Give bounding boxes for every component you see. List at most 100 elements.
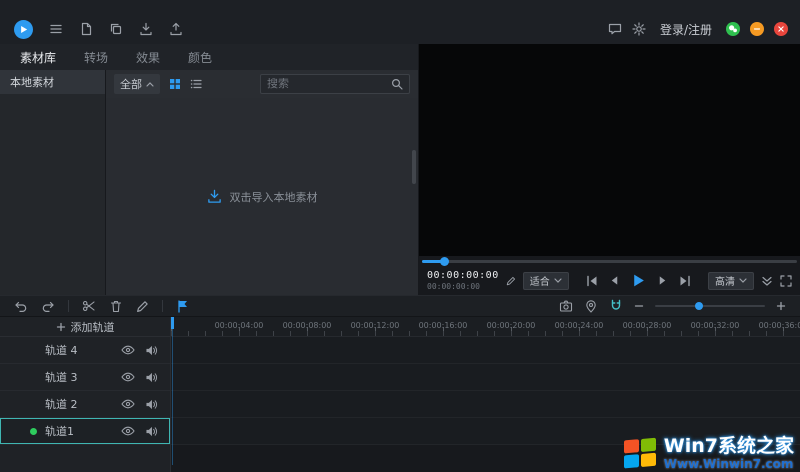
- skip-start-icon[interactable]: [586, 275, 598, 287]
- project-copy-icon[interactable]: [109, 22, 123, 36]
- plus-icon: [56, 322, 66, 332]
- timeline-toolbar: [0, 295, 800, 317]
- timeline-ruler[interactable]: 00:00:04:00 00:00:08:00 00:00:12:00 00:0…: [171, 317, 800, 337]
- ruler-label: 00:00:16:00: [419, 321, 468, 330]
- filter-dropdown[interactable]: 全部: [114, 74, 160, 94]
- edit-timecode-icon[interactable]: [506, 276, 516, 286]
- track-row[interactable]: 轨道 2: [0, 391, 170, 418]
- grid-view-icon[interactable]: [169, 78, 181, 90]
- quality-dropdown[interactable]: 高清: [708, 272, 754, 290]
- tab-transitions[interactable]: 转场: [84, 49, 108, 66]
- category-local-media[interactable]: 本地素材: [0, 70, 105, 94]
- export-icon[interactable]: [169, 22, 183, 36]
- step-back-icon[interactable]: [609, 275, 620, 286]
- seek-track[interactable]: [422, 260, 797, 263]
- track-row-selected[interactable]: 轨道1: [0, 418, 170, 445]
- preview-seekbar[interactable]: [419, 256, 800, 266]
- library-tabs: 素材库 转场 效果 颜色: [0, 44, 418, 70]
- ruler-label: 00:00:24:00: [555, 321, 604, 330]
- track-name: 轨道 3: [45, 369, 78, 385]
- collapse-icon[interactable]: [761, 275, 773, 287]
- eye-icon[interactable]: [121, 371, 135, 383]
- track-name: 轨道1: [45, 423, 74, 439]
- speaker-icon[interactable]: [145, 344, 158, 356]
- play-icon[interactable]: [631, 273, 646, 288]
- menu-icon[interactable]: [49, 22, 63, 36]
- search-icon[interactable]: [391, 78, 403, 90]
- eye-icon[interactable]: [121, 398, 135, 410]
- timecode-total: 00:00:00:00: [427, 282, 499, 291]
- tab-colors[interactable]: 颜色: [188, 49, 212, 66]
- fullscreen-icon[interactable]: [780, 275, 792, 287]
- add-track-button[interactable]: 添加轨道: [0, 317, 170, 337]
- login-register-link[interactable]: 登录/注册: [660, 21, 712, 38]
- zoom-out-icon[interactable]: [634, 301, 644, 311]
- chevron-down-icon: [554, 278, 562, 283]
- step-forward-icon[interactable]: [657, 275, 668, 286]
- timeline-lane[interactable]: [171, 337, 800, 364]
- media-toolbar: 全部: [106, 70, 418, 98]
- track-header-divider: [170, 317, 171, 472]
- media-scrollbar[interactable]: [412, 150, 416, 184]
- settings-gear-icon[interactable]: [632, 22, 646, 36]
- eye-icon[interactable]: [121, 344, 135, 356]
- filter-dropdown-label: 全部: [120, 76, 142, 92]
- delete-icon[interactable]: [109, 299, 123, 313]
- track-row[interactable]: 轨道 3: [0, 364, 170, 391]
- seek-handle[interactable]: [440, 257, 449, 266]
- redo-icon[interactable]: [41, 299, 55, 313]
- wechat-icon[interactable]: [726, 22, 740, 36]
- track-name: 轨道 2: [45, 396, 78, 412]
- titlebar-file-actions: [79, 22, 183, 36]
- edit-icon[interactable]: [136, 300, 149, 313]
- chevron-up-icon: [146, 82, 154, 87]
- zoom-slider-handle[interactable]: [695, 302, 703, 310]
- minimize-button[interactable]: [750, 22, 764, 36]
- import-icon[interactable]: [139, 22, 153, 36]
- zoom-slider[interactable]: [655, 305, 765, 307]
- toolbar-divider: [68, 300, 69, 312]
- download-icon: [207, 189, 222, 204]
- transport-controls: [586, 273, 691, 288]
- speaker-icon[interactable]: [145, 425, 158, 437]
- track-name: 轨道 4: [45, 342, 78, 358]
- timecode-current: 00:00:00:00: [427, 270, 499, 282]
- timeline-lane[interactable]: [171, 418, 800, 445]
- timecode-display[interactable]: 00:00:00:00 00:00:00:00: [427, 270, 499, 291]
- tab-effects[interactable]: 效果: [136, 49, 160, 66]
- new-project-icon[interactable]: [79, 22, 93, 36]
- marker-icon[interactable]: [176, 299, 190, 313]
- undo-icon[interactable]: [14, 299, 28, 313]
- cut-icon[interactable]: [82, 299, 96, 313]
- playback-controls: 00:00:00:00 00:00:00:00 适合: [419, 266, 800, 295]
- track-active-dot: [30, 428, 37, 435]
- search-input[interactable]: [267, 78, 387, 90]
- track-row-icons: [121, 371, 158, 383]
- dropzone-hint-text: 双击导入本地素材: [230, 189, 318, 205]
- fit-zoom-dropdown[interactable]: 适合: [523, 272, 569, 290]
- speaker-icon[interactable]: [145, 398, 158, 410]
- eye-icon[interactable]: [121, 425, 135, 437]
- close-button[interactable]: [774, 22, 788, 36]
- ruler-label: 00:00:20:00: [487, 321, 536, 330]
- pin-icon[interactable]: [584, 299, 598, 313]
- speaker-icon[interactable]: [145, 371, 158, 383]
- add-track-label: 添加轨道: [71, 319, 115, 335]
- feedback-icon[interactable]: [608, 22, 622, 36]
- track-row[interactable]: 轨道 4: [0, 337, 170, 364]
- zoom-in-icon[interactable]: [776, 301, 786, 311]
- tab-material-library[interactable]: 素材库: [20, 49, 56, 66]
- list-view-icon[interactable]: [190, 78, 202, 90]
- preview-screen: [419, 44, 800, 256]
- magnet-icon[interactable]: [609, 299, 623, 313]
- timeline-lane[interactable]: [171, 364, 800, 391]
- toolbar-divider: [162, 300, 163, 312]
- timeline-lane[interactable]: [171, 391, 800, 418]
- track-row-icons: [121, 398, 158, 410]
- titlebar: 登录/注册: [0, 0, 800, 44]
- ruler-label: 00:00:04:00: [215, 321, 264, 330]
- skip-end-icon[interactable]: [679, 275, 691, 287]
- snapshot-icon[interactable]: [559, 299, 573, 313]
- media-dropzone[interactable]: 双击导入本地素材: [106, 98, 418, 295]
- playhead[interactable]: [171, 317, 174, 329]
